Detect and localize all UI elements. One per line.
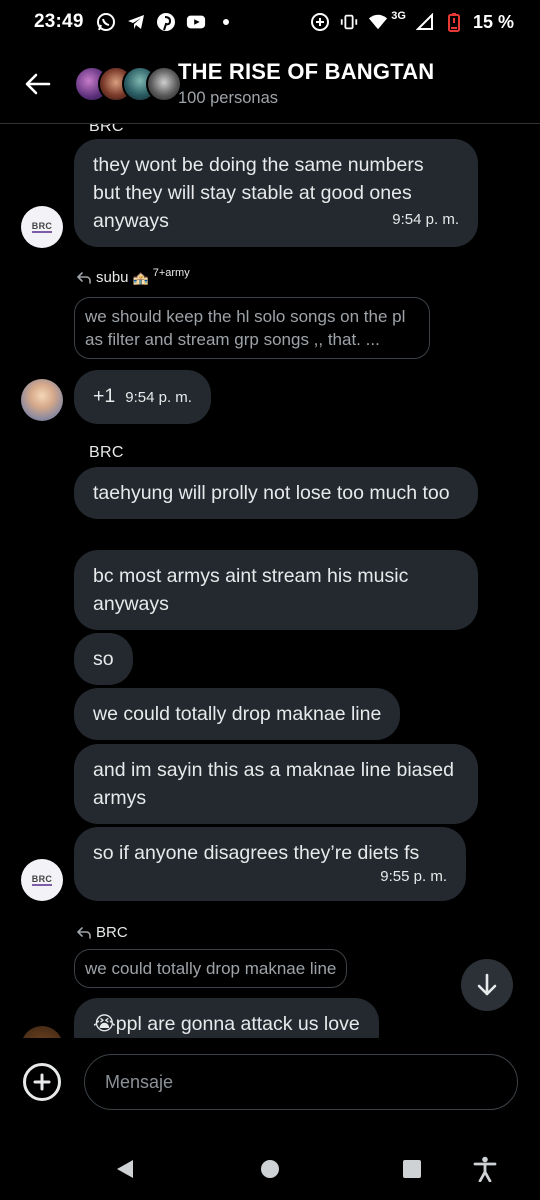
nav-back-button[interactable] [110, 1154, 140, 1184]
circle-home-icon [261, 1160, 279, 1178]
telegram-icon [126, 12, 146, 32]
quoted-message[interactable]: we could totally drop maknae line [74, 949, 348, 988]
message-bubble[interactable]: bc most armys aint stream his music anyw… [74, 550, 478, 630]
user-avatar[interactable] [21, 379, 63, 421]
accessibility-icon [473, 1156, 497, 1182]
reply-author: BRC [96, 924, 128, 941]
whatsapp-icon [96, 12, 116, 32]
group-title: THE RISE OF BANGTAN [178, 59, 435, 84]
reply-icon [76, 271, 91, 284]
nav-home-button[interactable] [255, 1154, 285, 1184]
message-text: +1 [93, 385, 116, 407]
arrow-down-icon [477, 973, 497, 996]
member-count: 100 personas [178, 89, 278, 107]
accessibility-button[interactable] [470, 1154, 500, 1184]
signal-icon [415, 12, 435, 32]
vibrate-icon [339, 12, 359, 32]
message-bubble[interactable]: they wont be doing the same numbers but … [74, 139, 478, 247]
user-avatar-brc[interactable]: BRC [21, 206, 63, 248]
scroll-to-bottom-button[interactable] [461, 959, 513, 1011]
battery-level: 15 % [472, 11, 514, 32]
add-attachment-button[interactable] [23, 1063, 61, 1101]
message-bubble[interactable]: so if anyone disagrees they’re diets fs … [74, 827, 466, 901]
sender-name: BRC [89, 124, 124, 135]
square-recents-icon [403, 1160, 421, 1178]
avatar-label: BRC [31, 221, 53, 233]
message-text: and im sayin this as a maknae line biase… [93, 759, 454, 809]
nav-recents-button[interactable] [397, 1154, 427, 1184]
avatar-label: BRC [31, 874, 53, 886]
message-bubble[interactable]: +1 9:54 p. m. [74, 370, 211, 424]
group-info[interactable]: THE RISE OF BANGTAN 100 personas [178, 59, 434, 108]
reply-icon [76, 926, 91, 939]
back-arrow-icon [25, 73, 51, 94]
message-text: so [93, 648, 114, 670]
message-bubble[interactable]: and im sayin this as a maknae line biase… [74, 744, 478, 824]
plus-icon [33, 1073, 51, 1091]
reply-header: subu 🏤 7+army [76, 266, 190, 286]
message-time: 9:55 p. m. [380, 868, 447, 885]
data-saver-icon [310, 12, 330, 32]
user-avatar-brc[interactable]: BRC [21, 859, 63, 901]
status-bar: 23:49 3G 15 % [0, 0, 540, 44]
message-composer [0, 1038, 540, 1128]
member-avatar [146, 65, 182, 102]
message-text: bc most armys aint stream his music anyw… [93, 565, 409, 615]
youtube-icon [186, 12, 206, 32]
message-bubble[interactable]: taehyung will prolly not lose too much t… [74, 467, 478, 519]
back-button[interactable] [16, 62, 60, 106]
pinterest-icon [156, 12, 176, 32]
message-time: 9:54 p. m. [392, 211, 459, 228]
network-type: 3G [391, 10, 406, 22]
message-list[interactable]: BRC they wont be doing the same numbers … [0, 124, 540, 1038]
group-avatars[interactable] [74, 62, 184, 106]
message-text: ppl are gonna attack us love [115, 1013, 360, 1035]
system-nav-bar [0, 1128, 540, 1200]
chat-header: THE RISE OF BANGTAN 100 personas [0, 44, 540, 124]
dot-icon [216, 12, 236, 32]
message-input[interactable] [84, 1054, 518, 1110]
status-time: 23:49 [34, 11, 84, 32]
message-text: taehyung will prolly not lose too much t… [93, 482, 450, 504]
message-bubble[interactable]: 😭ppl are gonna attack us love [74, 998, 379, 1038]
message-bubble[interactable]: we could totally drop maknae line [74, 688, 401, 740]
sender-name: BRC [89, 444, 124, 461]
reply-header: BRC [76, 924, 128, 941]
reply-author: subu [96, 269, 129, 286]
quoted-message[interactable]: we should keep the hl solo songs on the … [74, 297, 430, 359]
reply-author-tag: 7+army [152, 266, 190, 279]
wifi-icon [368, 12, 388, 32]
message-bubble[interactable]: so [74, 633, 133, 685]
emoji-crying: 😭 [93, 1013, 116, 1035]
battery-icon [444, 12, 464, 32]
reply-author-emoji: 🏤 [132, 269, 149, 285]
message-time: 9:54 p. m. [125, 389, 192, 406]
message-text: we could totally drop maknae line [93, 703, 382, 725]
triangle-back-icon [117, 1160, 133, 1178]
user-avatar[interactable] [21, 1026, 63, 1038]
